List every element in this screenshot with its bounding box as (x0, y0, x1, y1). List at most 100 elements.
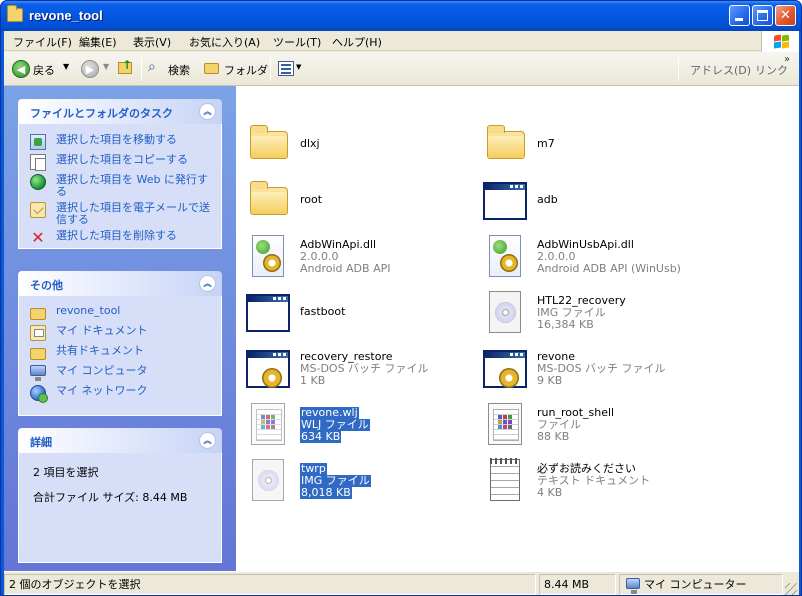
search-label: 検索 (168, 64, 190, 77)
network-icon (30, 385, 48, 403)
computer-icon (30, 365, 46, 381)
folder-icon (481, 120, 529, 168)
menu-view[interactable]: 表示(V) (133, 34, 171, 50)
resize-grip[interactable] (785, 583, 797, 595)
place-label: マイ ドキュメント (56, 324, 148, 337)
place-label: マイ コンピュータ (56, 364, 148, 377)
back-button[interactable]: ◀ 戻る ▼ (12, 60, 74, 78)
disc-image-icon (244, 456, 292, 504)
details-panel: 詳細 ︽ 2 項目を選択 合計ファイル サイズ: 8.44 MB (18, 428, 222, 563)
status-size: 8.44 MB (539, 574, 616, 595)
details-header[interactable]: 詳細 ︽ (18, 428, 222, 453)
folder-icon (30, 308, 46, 320)
application-icon (244, 288, 292, 336)
windows-logo-icon (761, 31, 799, 52)
folder-icon (7, 5, 23, 22)
file-item-dlxj[interactable]: dlxj (244, 120, 474, 170)
status-bar: 2 個のオブジェクトを選択 8.44 MB マイ コンピューター (4, 571, 799, 595)
file-description: Android ADB API (WinUsb) (537, 262, 681, 275)
toolbar-more-icon[interactable]: » (784, 54, 790, 65)
batch-file-icon (244, 344, 292, 392)
web-publish-icon (30, 174, 46, 190)
forward-button[interactable]: ▶ ▼ (81, 60, 111, 78)
folder-icon (244, 120, 292, 168)
file-list-view[interactable]: dlxj m7 root adb AdbWinApi.dll 2.0.0.0 A… (236, 86, 799, 571)
up-arrow-icon: ↑ (122, 58, 133, 72)
close-icon: ✕ (780, 8, 791, 23)
place-label: 共有ドキュメント (56, 344, 144, 357)
collapse-chevron-icon[interactable]: ︽ (199, 432, 216, 449)
folders-icon (204, 63, 219, 74)
disc-image-icon (481, 288, 529, 336)
other-places-header[interactable]: その他 ︽ (18, 271, 222, 296)
file-name: dlxj (300, 137, 320, 150)
panel-title: その他 (30, 279, 63, 292)
file-item-revone[interactable]: revone MS-DOS バッチ ファイル 9 KB (481, 344, 711, 394)
move-icon (30, 134, 46, 150)
file-item-twrp[interactable]: twrp IMG ファイル 8,018 KB (244, 456, 474, 506)
collapse-chevron-icon[interactable]: ︽ (199, 103, 216, 120)
file-tasks-header[interactable]: ファイルとフォルダのタスク ︽ (18, 99, 222, 124)
folders-button[interactable]: フォルダ (204, 60, 268, 78)
file-item-adbwinapi[interactable]: AdbWinApi.dll 2.0.0.0 Android ADB API (244, 232, 474, 282)
maximize-icon (757, 10, 768, 21)
back-dropdown-icon[interactable]: ▼ (63, 62, 69, 71)
file-item-run-root-shell[interactable]: run_root_shell ファイル 88 KB (481, 400, 711, 450)
file-size: 88 KB (537, 430, 570, 443)
file-item-adbwinusbapi[interactable]: AdbWinUsbApi.dll 2.0.0.0 Android ADB API… (481, 232, 711, 282)
file-item-recovery-restore[interactable]: recovery_restore MS-DOS バッチ ファイル 1 KB (244, 344, 474, 394)
title-bar[interactable]: revone_tool ✕ (1, 1, 801, 31)
up-folder-button[interactable]: ↑ (116, 58, 136, 78)
status-object-count: 2 個のオブジェクトを選択 (4, 574, 536, 595)
file-item-m7[interactable]: m7 (481, 120, 711, 170)
search-icon: ⌕ (148, 59, 156, 75)
file-description: Android ADB API (300, 262, 391, 275)
file-item-adb[interactable]: adb (481, 176, 711, 226)
folders-label: フォルダ (224, 64, 268, 77)
forward-arrow-icon: ▶ (81, 60, 99, 78)
views-dropdown-icon: ▼ (296, 63, 302, 71)
dll-icon (481, 232, 529, 280)
computer-icon (626, 578, 640, 594)
menu-tools[interactable]: ツール(T) (273, 34, 321, 50)
file-size: 1 KB (300, 374, 326, 387)
my-documents-icon (30, 325, 46, 341)
file-item-root[interactable]: root (244, 176, 474, 226)
menu-favorites[interactable]: お気に入り(A) (189, 34, 260, 50)
address-bar-label[interactable]: アドレス(D) (690, 62, 751, 78)
window-title: revone_tool (29, 8, 103, 23)
menu-edit[interactable]: 編集(E) (79, 34, 117, 50)
minimize-icon (735, 18, 743, 21)
close-button[interactable]: ✕ (775, 5, 796, 26)
task-label: 選択した項目を Web に発行する (56, 173, 208, 198)
file-item-htl22-recovery[interactable]: HTL22_recovery IMG ファイル 16,384 KB (481, 288, 711, 338)
window-client: ファイル(F) 編集(E) 表示(V) お気に入り(A) ツール(T) ヘルプ(… (4, 31, 799, 595)
search-button[interactable]: ⌕ 検索 (148, 59, 200, 78)
views-button[interactable]: ▼ (278, 60, 304, 78)
file-item-fastboot[interactable]: fastboot (244, 288, 474, 338)
task-label: 選択した項目を削除する (56, 229, 177, 242)
forward-dropdown-icon[interactable]: ▼ (103, 62, 109, 71)
file-tasks-body: 選択した項目を移動する 選択した項目をコピーする 選択した項目を Web に発行… (18, 124, 222, 249)
file-name: m7 (537, 137, 555, 150)
menu-help[interactable]: ヘルプ(H) (332, 34, 382, 50)
collapse-chevron-icon[interactable]: ︽ (199, 275, 216, 292)
file-item-revone-wlj[interactable]: revone.wlj WLJ ファイル 634 KB (244, 400, 474, 450)
minimize-button[interactable] (729, 5, 750, 26)
menu-file[interactable]: ファイル(F) (13, 34, 72, 50)
back-arrow-icon: ◀ (12, 60, 30, 78)
folder-icon (244, 176, 292, 224)
shared-folder-icon (30, 348, 46, 360)
file-size: 4 KB (537, 486, 563, 499)
panel-title: 詳細 (30, 436, 52, 449)
status-location: マイ コンピューター (619, 574, 783, 595)
file-size: 8,018 KB (300, 486, 352, 499)
file-name: root (300, 193, 323, 206)
details-total-size: 合計ファイル サイズ: 8.44 MB (33, 491, 188, 504)
email-icon (30, 202, 46, 218)
explorer-window: revone_tool ✕ ファイル(F) 編集(E) 表示(V) お気に入り(… (0, 0, 802, 596)
file-size: 634 KB (300, 430, 342, 443)
file-item-readme[interactable]: 必ずお読みください テキスト ドキュメント 4 KB (481, 456, 711, 506)
generic-file-icon (481, 400, 529, 448)
maximize-button[interactable] (752, 5, 773, 26)
